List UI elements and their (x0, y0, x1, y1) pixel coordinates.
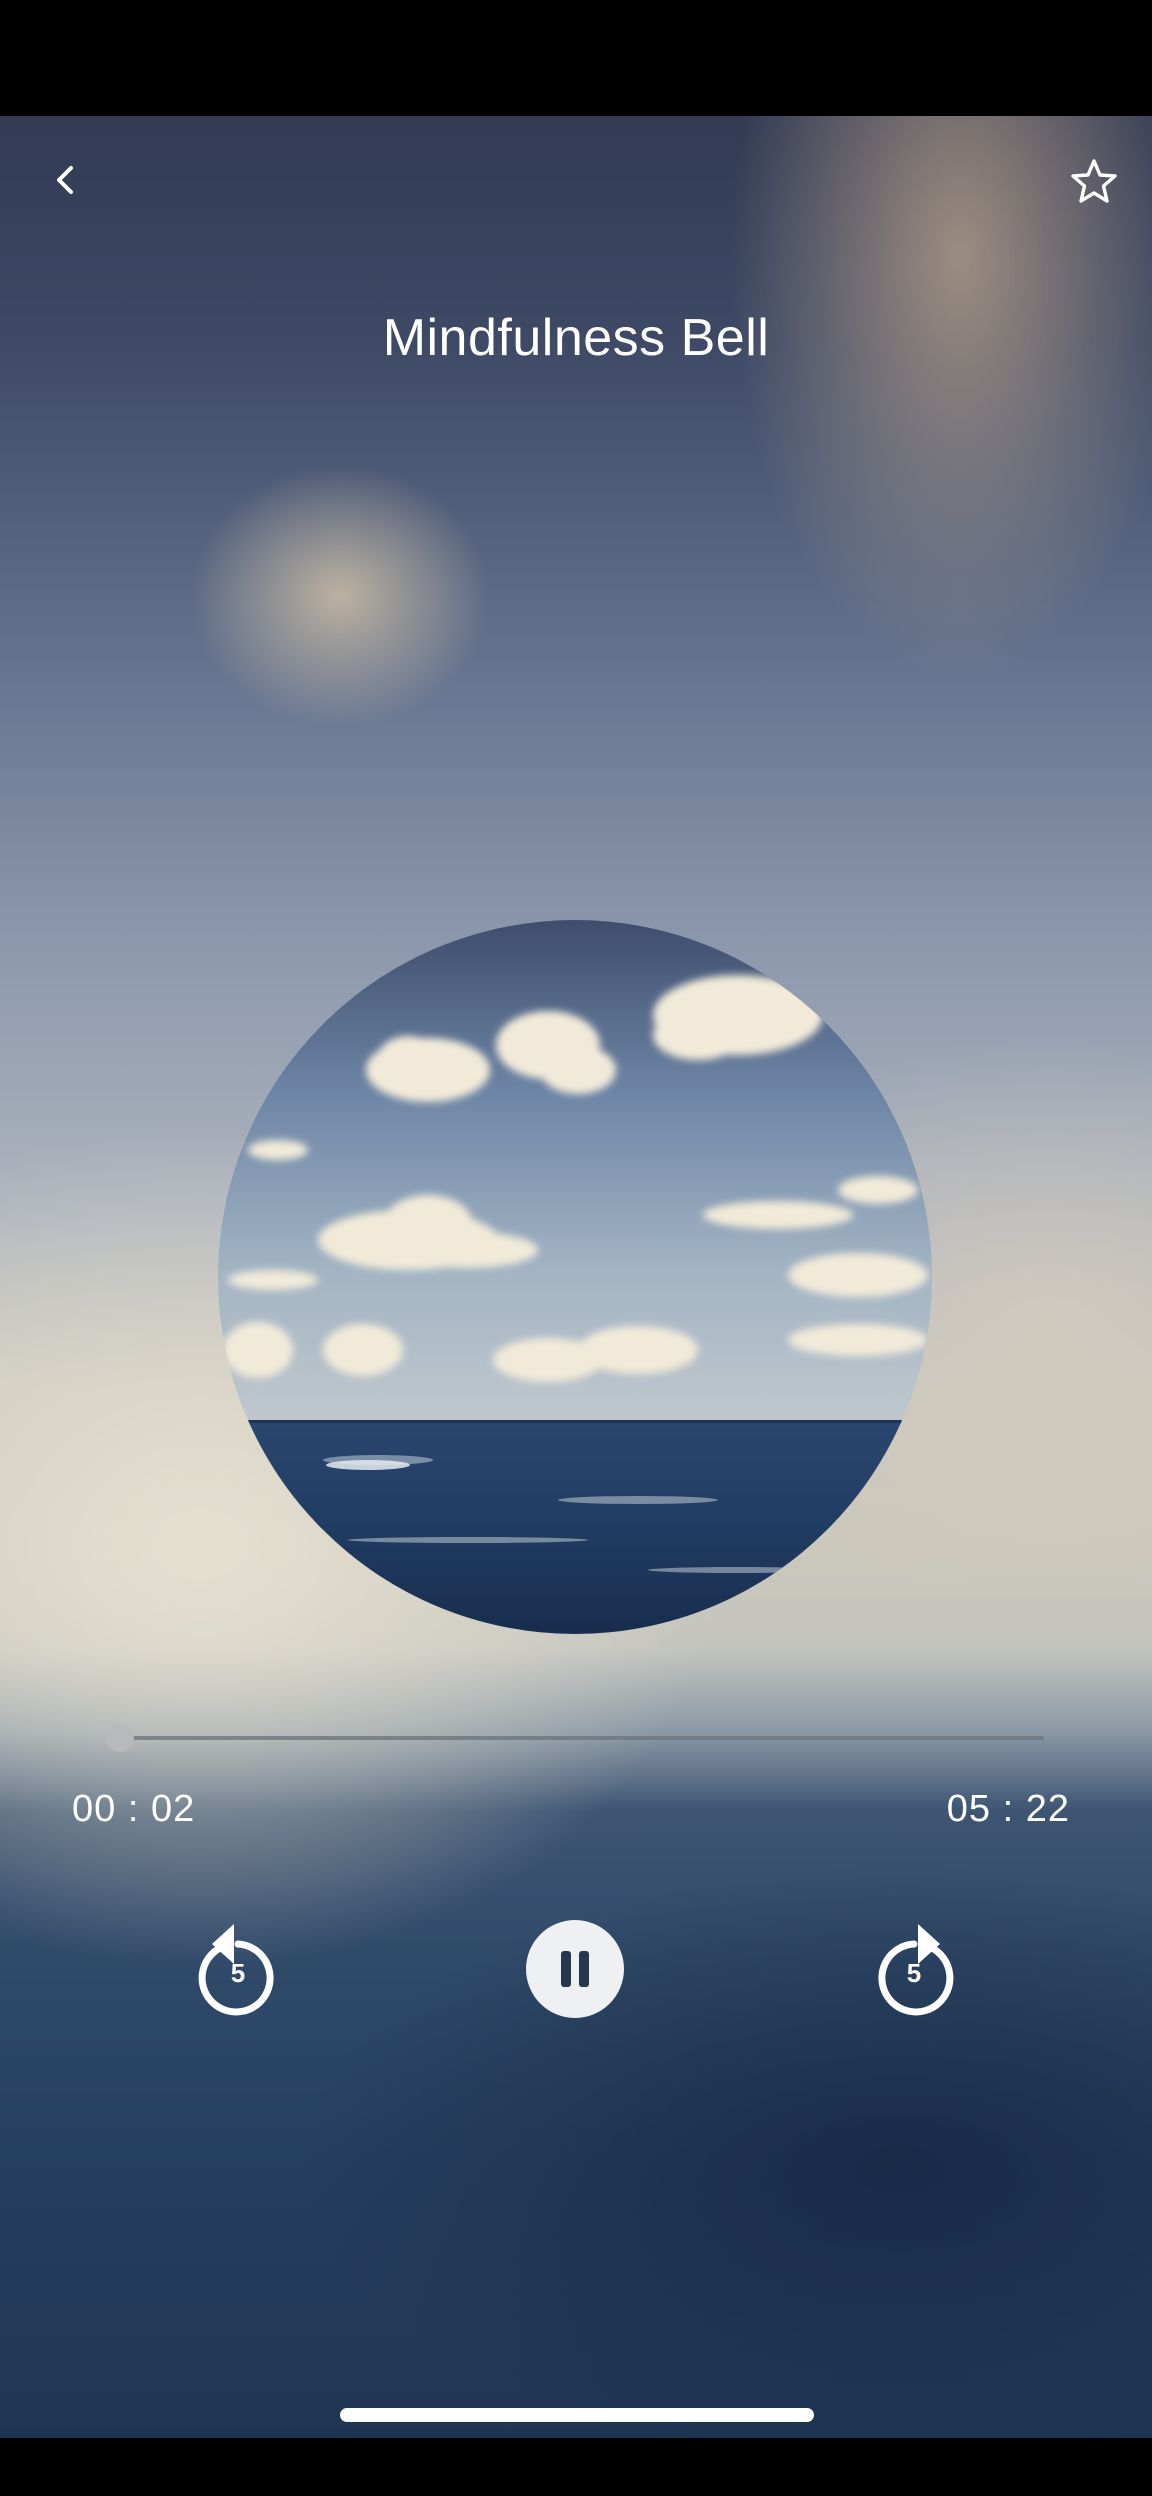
star-outline-icon (1071, 159, 1117, 203)
forward-5-button[interactable]: 5 (862, 1910, 966, 2022)
home-indicator[interactable] (340, 2408, 814, 2422)
seek-track (114, 1736, 1044, 1740)
rewind-seconds-label: 5 (230, 1958, 246, 1988)
track-title: Mindfulness Bell (382, 309, 770, 367)
navigation-bar (0, 2438, 1152, 2496)
pause-button[interactable] (526, 1920, 624, 2018)
pause-icon (561, 1951, 589, 1987)
favorite-button[interactable] (1060, 148, 1128, 216)
artwork-image (218, 920, 932, 1634)
status-bar (0, 0, 1152, 116)
seek-bar[interactable] (104, 1724, 1044, 1752)
chevron-left-icon (57, 166, 73, 194)
seek-thumb[interactable] (105, 1724, 134, 1752)
back-button[interactable] (34, 148, 98, 212)
total-duration: 05 : 22 (946, 1788, 1070, 1830)
elapsed-time: 00 : 02 (72, 1788, 196, 1830)
forward-seconds-label: 5 (906, 1958, 922, 1988)
rewind-5-button[interactable]: 5 (186, 1910, 290, 2022)
